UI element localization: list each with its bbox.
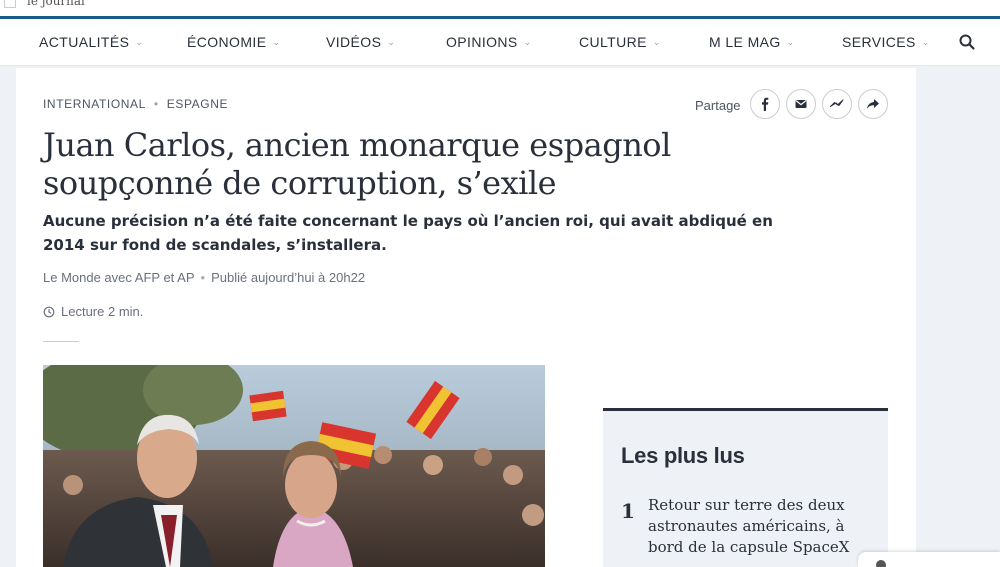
article-photo[interactable] [43,365,545,567]
nav-label: OPINIONS [446,34,518,50]
article-photo-illustration [43,365,545,567]
chevron-down-icon: ⌄ [387,37,396,47]
share-email-button[interactable] [786,89,816,119]
site-brand: le journal [27,0,85,8]
chevron-down-icon: ⌄ [272,37,281,47]
search-icon[interactable] [958,33,976,51]
article-container: INTERNATIONAL • ESPAGNE Partage Juan Carlo… [16,68,916,567]
floating-widget[interactable] [858,552,1000,567]
chevron-down-icon: ⌄ [921,37,930,47]
breadcrumb-separator: • [153,97,159,111]
most-read-panel: Les plus lus 1 Retour sur terre des deux… [603,408,888,567]
nav-label: CULTURE [579,34,647,50]
reading-time-label: Lecture 2 min. [61,304,144,319]
article-description: Aucune précision n’a été faite concernan… [43,212,773,254]
nav-item-actualites[interactable]: ACTUALITÉS ⌄ [39,34,143,50]
nav-item-videos[interactable]: VIDÉOS ⌄ [326,34,395,50]
nav-label: SERVICES [842,34,916,50]
nav-item-culture[interactable]: CULTURE ⌄ [579,34,661,50]
article-meta: Le Monde avec AFP et AP • Publié aujourd’h… [43,270,365,285]
chevron-down-icon: ⌄ [523,37,532,47]
nav-item-economie[interactable]: ÉCONOMIE ⌄ [187,34,280,50]
chevron-down-icon: ⌄ [786,37,795,47]
meta-separator: • [200,270,206,285]
most-read-link[interactable]: Retour sur terre des deux astronautes am… [648,495,868,558]
most-read-rank: 1 [621,499,635,523]
widget-icon [876,560,886,567]
nav-label: ÉCONOMIE [187,34,267,50]
nav-item-opinions[interactable]: OPINIONS ⌄ [446,34,532,50]
breadcrumb-item-international[interactable]: INTERNATIONAL [43,97,146,111]
clock-icon [43,306,55,317]
right-margin [916,68,1000,567]
divider [43,341,79,342]
share-more-button[interactable] [858,89,888,119]
nav-item-services[interactable]: SERVICES ⌄ [842,34,930,50]
share-facebook-button[interactable] [750,89,780,119]
nav-label: M LE MAG [709,34,781,50]
main-nav: ACTUALITÉS ⌄ ÉCONOMIE ⌄ VIDÉOS ⌄ OPINIONS ⌄ … [0,19,1000,66]
breadcrumb: INTERNATIONAL • ESPAGNE [43,97,228,111]
chevron-down-icon: ⌄ [135,37,144,47]
nav-label: ACTUALITÉS [39,34,130,50]
messenger-icon [830,99,844,107]
site-favicon-icon [4,0,16,8]
email-icon [795,100,807,108]
reading-time: Lecture 2 min. [43,304,143,319]
most-read-title: Les plus lus [621,443,745,468]
article-title-line-1: Juan Carlos, ancien monarque espagnol [43,126,671,164]
nav-label: VIDÉOS [326,34,382,50]
breadcrumb-item-espagne[interactable]: ESPAGNE [167,97,228,111]
share-messenger-button[interactable] [822,89,852,119]
article-title: Juan Carlos, ancien monarque espagnol so… [43,126,743,202]
article-title-line-2: soupçonné de corruption, s’exile [43,164,557,202]
chevron-down-icon: ⌄ [652,37,661,47]
nav-item-m-le-mag[interactable]: M LE MAG ⌄ [709,34,795,50]
browser-tab-strip: le journal [0,0,1000,16]
share-arrow-icon [867,99,879,109]
facebook-icon [762,97,769,111]
article-published: Publié aujourd’hui à 20h22 [211,270,366,285]
share-label: Partage [695,98,741,113]
article-author[interactable]: Le Monde avec AFP et AP [43,270,195,285]
